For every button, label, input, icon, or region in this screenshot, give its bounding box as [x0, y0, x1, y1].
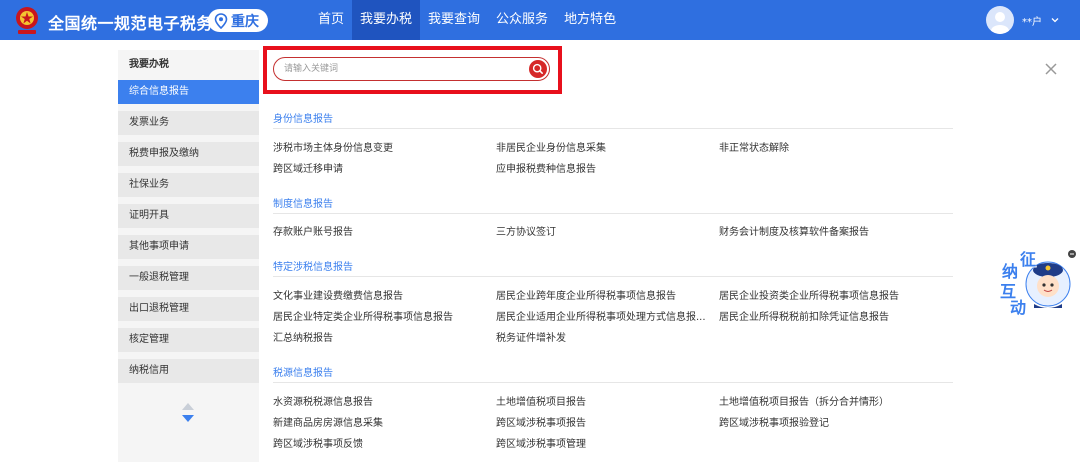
chevron-down-icon	[1051, 18, 1059, 23]
search-input[interactable]	[284, 61, 524, 77]
link-cross-region-report[interactable]: 跨区域涉税事项报告	[496, 414, 586, 429]
link-cross-region-migration[interactable]: 跨区域迁移申请	[273, 160, 343, 175]
sidebar-item-social-security[interactable]: 社保业务	[118, 173, 259, 197]
top-navigation-bar: 全国统一规范电子税务局 重庆 首页 我要办税 我要查询 公众服务 地方特色 **…	[0, 0, 1080, 40]
section-title-system: 制度信息报告	[273, 199, 333, 210]
link-tripartite-agreement[interactable]: 三方协议签订	[496, 223, 556, 238]
sidebar-item-assessment[interactable]: 核定管理	[118, 328, 259, 352]
search-icon	[532, 63, 543, 74]
link-identity-change[interactable]: 涉税市场主体身份信息变更	[273, 139, 393, 154]
mascot-char-4: 动	[1010, 298, 1027, 317]
search-box[interactable]	[273, 57, 550, 81]
section-title-tax-source: 税源信息报告	[273, 368, 333, 379]
link-consolidated-tax[interactable]: 汇总纳税报告	[273, 329, 333, 344]
link-cross-region-management[interactable]: 跨区域涉税事项管理	[496, 435, 586, 450]
link-tax-type-report[interactable]: 应申报税费种信息报告	[496, 160, 596, 175]
link-cross-region-registration[interactable]: 跨区域涉税事项报验登记	[719, 414, 829, 429]
city-name: 重庆	[231, 13, 259, 30]
section-divider	[273, 128, 953, 129]
nav-public-service[interactable]: 公众服务	[488, 0, 556, 40]
sidebar-item-comprehensive-report[interactable]: 综合信息报告	[118, 80, 259, 104]
search-button[interactable]	[529, 60, 547, 78]
sidebar-item-tax-credit[interactable]: 纳税信用	[118, 359, 259, 383]
section-title-specific: 特定涉税信息报告	[273, 262, 353, 273]
scroll-arrows-icon[interactable]	[180, 402, 196, 424]
user-name: **户	[1022, 16, 1042, 28]
nav-local-features[interactable]: 地方特色	[556, 0, 624, 40]
city-selector[interactable]: 重庆	[208, 9, 268, 32]
link-cross-region-feedback[interactable]: 跨区域涉税事项反馈	[273, 435, 363, 450]
section-divider	[273, 276, 953, 277]
sidebar-item-general-refund[interactable]: 一般退税管理	[118, 266, 259, 290]
sidebar-item-invoice[interactable]: 发票业务	[118, 111, 259, 135]
user-avatar-icon	[991, 12, 1009, 34]
tax-emblem-icon	[16, 7, 38, 34]
mascot-char-1: 征	[1020, 250, 1037, 269]
link-specific-cit[interactable]: 居民企业特定类企业所得税事项信息报告	[273, 308, 453, 323]
user-menu[interactable]: **户	[986, 6, 1060, 34]
sidebar-item-other-requests[interactable]: 其他事项申请	[118, 235, 259, 259]
link-culture-fee[interactable]: 文化事业建设费缴费信息报告	[273, 287, 403, 302]
link-cit-treatment[interactable]: 居民企业适用企业所得税事项处理方式信息报...	[496, 308, 706, 323]
avatar	[986, 6, 1014, 34]
nav-query[interactable]: 我要查询	[420, 0, 488, 40]
link-new-housing[interactable]: 新建商品房房源信息采集	[273, 414, 383, 429]
sidebar-item-export-refund[interactable]: 出口退税管理	[118, 297, 259, 321]
link-certificate-reissue[interactable]: 税务证件增补发	[496, 329, 566, 344]
link-investment-cit[interactable]: 居民企业投资类企业所得税事项信息报告	[719, 287, 899, 302]
section-title-identity: 身份信息报告	[273, 114, 333, 125]
link-nonresident-identity[interactable]: 非居民企业身份信息采集	[496, 139, 606, 154]
section-divider	[273, 213, 953, 214]
link-cross-year-cit[interactable]: 居民企业跨年度企业所得税事项信息报告	[496, 287, 676, 302]
sidebar-item-certificates[interactable]: 证明开具	[118, 204, 259, 228]
sidebar: 我要办税 综合信息报告 发票业务 税费申报及缴纳 社保业务 证明开具 其他事项申…	[118, 50, 259, 462]
main-nav: 首页 我要办税 我要查询 公众服务 地方特色	[310, 0, 624, 40]
link-water-resource[interactable]: 水资源税税源信息报告	[273, 393, 373, 408]
nav-home[interactable]: 首页	[310, 0, 352, 40]
sidebar-header: 我要办税	[129, 59, 169, 70]
mascot-interaction-widget[interactable]: 征 纳 互 动	[998, 248, 1076, 317]
sidebar-item-tax-filing[interactable]: 税费申报及缴纳	[118, 142, 259, 166]
location-pin-icon	[214, 12, 228, 29]
link-accounting-system[interactable]: 财务会计制度及核算软件备案报告	[719, 223, 869, 238]
link-deposit-account[interactable]: 存款账户账号报告	[273, 223, 353, 238]
site-title: 全国统一规范电子税务局	[48, 14, 230, 33]
nav-handle-tax[interactable]: 我要办税	[352, 0, 421, 40]
link-land-vat-split[interactable]: 土地增值税项目报告（拆分合并情形）	[719, 393, 889, 408]
link-abnormal-status-release[interactable]: 非正常状态解除	[719, 139, 789, 154]
link-deduction-voucher[interactable]: 居民企业所得税税前扣除凭证信息报告	[719, 308, 889, 323]
close-icon[interactable]	[1044, 62, 1058, 76]
section-divider	[273, 382, 953, 383]
link-land-vat-project[interactable]: 土地增值税项目报告	[496, 393, 586, 408]
